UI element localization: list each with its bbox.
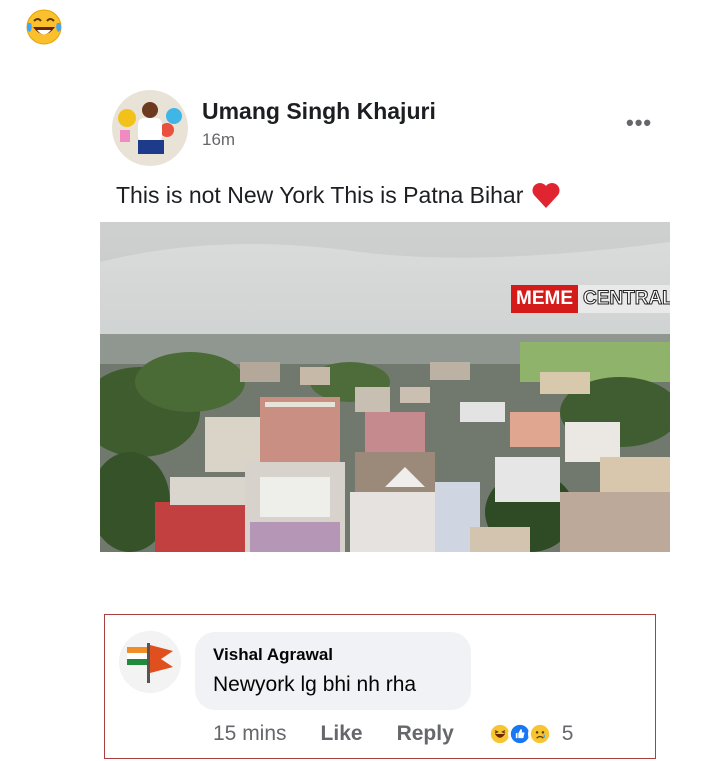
post-photo[interactable]: MEME CENTRAL bbox=[100, 222, 670, 552]
post-text-content: This is not New York This is Patna Bihar bbox=[116, 181, 524, 208]
comment: Vishal Agrawal Newyork lg bhi nh rha 15 … bbox=[104, 614, 656, 759]
more-options-button[interactable]: ••• bbox=[626, 110, 652, 136]
comment-bubble: Vishal Agrawal Newyork lg bhi nh rha bbox=[195, 632, 471, 710]
post-header: Umang Singh Khajuri 16m ••• bbox=[112, 90, 672, 170]
comment-like-button[interactable]: Like bbox=[321, 722, 363, 746]
post-timestamp[interactable]: 16m bbox=[202, 130, 235, 150]
comment-actions: 15 mins Like Reply 5 bbox=[213, 722, 573, 746]
meme-central-watermark: MEME CENTRAL bbox=[511, 285, 670, 313]
commenter-avatar[interactable] bbox=[119, 631, 181, 693]
city-aerial-image bbox=[100, 222, 670, 552]
reaction-count: 5 bbox=[561, 722, 574, 745]
comment-timestamp[interactable]: 15 mins bbox=[213, 722, 287, 746]
comment-reply-button[interactable]: Reply bbox=[397, 722, 454, 746]
comment-text: Newyork lg bhi nh rha bbox=[213, 673, 417, 696]
laughing-crying-emoji-icon bbox=[26, 9, 62, 45]
comment-reactions[interactable] bbox=[487, 722, 552, 746]
post-text: This is not New York This is Patna Bihar bbox=[116, 181, 561, 209]
sad-reaction-icon bbox=[527, 722, 552, 746]
watermark-part2: CENTRAL bbox=[578, 285, 670, 313]
watermark-part1: MEME bbox=[511, 285, 578, 313]
author-avatar[interactable] bbox=[112, 90, 188, 166]
comment-author-name[interactable]: Vishal Agrawal bbox=[213, 645, 333, 665]
post-author-name[interactable]: Umang Singh Khajuri bbox=[202, 98, 436, 125]
red-heart-icon bbox=[532, 183, 560, 208]
